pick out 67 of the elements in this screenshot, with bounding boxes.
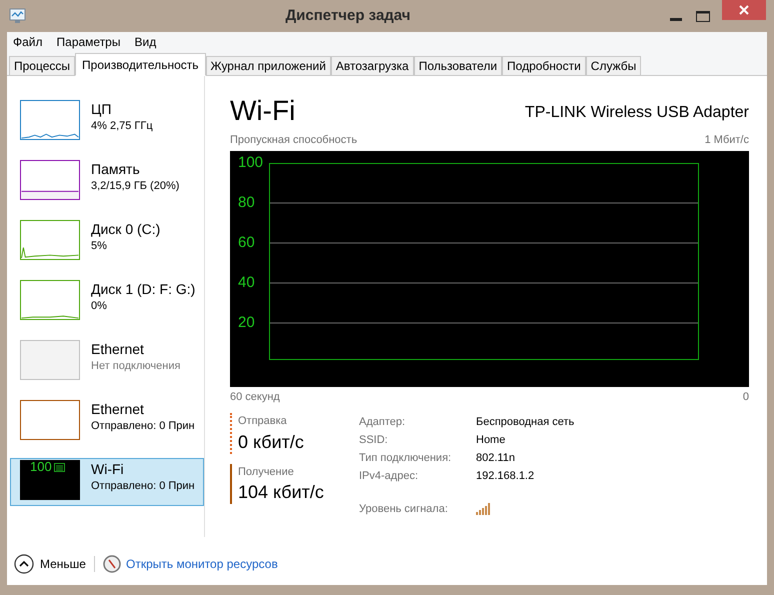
resource-monitor-link[interactable]: Открыть монитор ресурсов [126,555,278,573]
axis-label: 40 [238,274,256,292]
graph-label: Пропускная способность [230,133,358,148]
axis-label: 80 [238,194,256,212]
stat-value: 0 кбит/с [238,430,305,454]
axis-label: 100 [238,154,264,172]
sidebar-item[interactable]: Диск 0 (C:) 5% [10,218,204,266]
item-detail: 4% 2,75 ГГц [91,119,153,134]
property-value: Беспроводная сеть [476,414,574,430]
item-detail: Нет подключения [91,359,180,374]
list-icon [54,463,65,472]
fewer-details-button[interactable]: Меньше [14,554,86,574]
adapter-name: TP-LINK Wireless USB Adapter [524,103,749,123]
item-name: Ethernet [91,401,145,418]
signal-icon [476,503,492,516]
menu-item[interactable]: Файл [13,33,43,51]
axis-label: 100 [30,460,52,474]
close-icon [739,5,749,15]
tab[interactable]: Производительность [75,53,206,76]
sidebar-item[interactable]: Ethernet Отправлено: 0 Прин [10,398,204,446]
item-name: Ethernet [91,341,145,358]
property-label: Уровень сигнала: [359,502,449,517]
item-detail: 0% [91,299,108,314]
monitor-icon [8,8,26,24]
item-detail: 3,2/15,9 ГБ (20%) [91,179,180,194]
property-label: Тип подключения: [359,450,452,466]
window-title: Диспетчер задач [284,6,412,26]
tab[interactable]: Автозагрузка [330,56,414,75]
sidebar-item[interactable]: Диск 1 (D: F: G:) 0% [10,278,204,326]
axis-label: 20 [238,314,256,332]
tab[interactable]: Пользователи [414,56,502,75]
item-detail: Отправлено: 0 Прин [91,479,195,494]
chevron-up-icon [14,554,34,574]
sidebar-item[interactable]: Память 3,2/15,9 ГБ (20%) [10,158,204,206]
property-label: Адаптер: [359,414,406,430]
close-button[interactable] [722,0,766,20]
tab[interactable]: Подробности [502,56,586,75]
sidebar-item[interactable]: 100 Wi-Fi Отправлено: 0 Прин [10,458,204,506]
item-name: Память [91,161,141,178]
stat-label: Отправка [238,414,288,429]
item-name: Диск 1 (D: F: G:) [91,281,196,298]
minimize-icon[interactable] [670,18,682,22]
property-value: 192.168.1.2 [476,468,534,484]
axis-label: 0 [742,390,749,404]
sidebar-item[interactable]: ЦП 4% 2,75 ГГц [10,98,204,146]
item-name: Диск 0 (C:) [91,221,160,238]
property-value: Home [476,432,506,448]
property-label: IPv4-адрес: [359,468,420,484]
gauge-icon [102,555,121,573]
tab[interactable]: Процессы [9,56,76,75]
item-name: ЦП [91,101,112,118]
item-detail: 5% [91,239,108,254]
item-name: Wi-Fi [91,461,125,478]
stat-value: 104 кбит/с [238,481,325,504]
menu-item[interactable]: Параметры [56,33,120,51]
item-detail: Отправлено: 0 Прин [91,419,195,434]
panel-title: Wi-Fi [230,96,296,126]
graph-max: 1 Мбит/с [704,133,749,148]
menu-item[interactable]: Вид [134,33,156,51]
property-label: SSID: [359,432,389,448]
stat-label: Получение [238,464,295,480]
axis-label: 60 [238,234,256,252]
tab[interactable]: Журнал приложений [206,56,331,75]
maximize-icon[interactable] [696,10,710,22]
axis-label: 60 секунд [230,390,280,404]
property-value: 802.11n [476,450,515,466]
tab[interactable]: Службы [586,56,642,75]
